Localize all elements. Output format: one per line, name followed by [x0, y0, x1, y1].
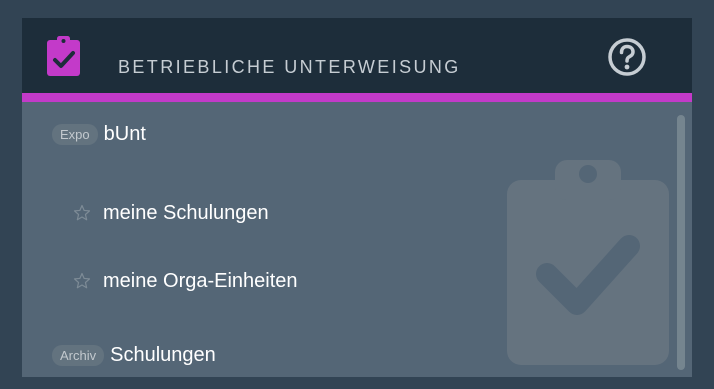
question-circle-icon[interactable] [607, 37, 647, 77]
list-item-label: bUnt [103, 122, 146, 145]
list-item-expo-bunt[interactable]: Expo bUnt [52, 118, 146, 150]
archiv-badge: Archiv [52, 344, 105, 366]
star-outline-icon[interactable] [73, 272, 91, 290]
navigation-list: Expo bUnt meine Schulungen meine Orga-Ei… [22, 102, 672, 377]
list-item-meine-schulungen[interactable]: meine Schulungen [73, 197, 269, 229]
widget-header: BETRIEBLICHE UNTERWEISUNG [22, 18, 692, 93]
list-item-label: meine Orga-Einheiten [103, 269, 298, 292]
widget-card: BETRIEBLICHE UNTERWEISUNG Expo bUnt mein… [22, 18, 692, 377]
expo-badge: Expo [52, 123, 98, 145]
list-item-archiv-schulungen[interactable]: Archiv Schulungen [52, 339, 216, 371]
list-item-label: Schulungen [110, 343, 216, 366]
accent-bar [22, 93, 692, 102]
list-item-meine-orga-einheiten[interactable]: meine Orga-Einheiten [73, 265, 298, 297]
clipboard-check-icon [47, 36, 80, 76]
star-outline-icon[interactable] [73, 204, 91, 222]
widget-title: BETRIEBLICHE UNTERWEISUNG [118, 57, 461, 77]
scrollbar[interactable] [677, 115, 685, 370]
list-item-label: meine Schulungen [103, 201, 269, 224]
